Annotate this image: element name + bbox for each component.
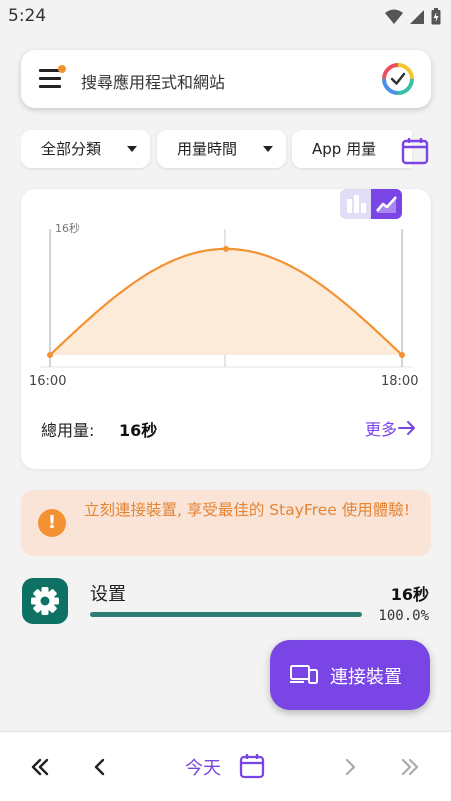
- app-usage-time: 16秒: [390, 585, 429, 604]
- app-usage-percent: 100.0%: [378, 608, 429, 624]
- metric-filter[interactable]: 用量時間: [157, 130, 286, 168]
- today-button[interactable]: 今天: [185, 754, 221, 780]
- app-usage-row[interactable]: 设置 16秒 100.0%: [0, 570, 451, 630]
- sort-filter[interactable]: App 用量: [292, 130, 412, 168]
- calendar-icon[interactable]: [400, 136, 430, 166]
- chevron-right-icon[interactable]: [338, 755, 362, 779]
- status-icons: [385, 8, 441, 25]
- app-name: 设置: [90, 584, 126, 605]
- signal-icon: [410, 9, 424, 24]
- x-tick-end: 18:00: [381, 374, 418, 389]
- usage-chart-card: 16秒 16:00 18:00 總用量: 16秒 更多: [21, 189, 431, 469]
- more-link[interactable]: 更多: [365, 416, 397, 440]
- warning-icon: !: [38, 509, 66, 537]
- calendar-icon[interactable]: [238, 752, 266, 780]
- connect-device-banner[interactable]: ! 立刻連接裝置, 享受最佳的 StayFree 使用體驗!: [21, 490, 431, 556]
- app-usage-bar-fill: [90, 612, 362, 617]
- devices-icon: [290, 665, 318, 684]
- double-chevron-left-icon[interactable]: [28, 755, 52, 779]
- chart-point-2: [399, 352, 405, 358]
- search-bar[interactable]: 搜尋應用程式和網站: [21, 50, 431, 108]
- notification-dot: [58, 65, 66, 73]
- chevron-left-icon[interactable]: [88, 755, 112, 779]
- chevron-down-icon: [127, 146, 137, 152]
- usage-line-chart: 16秒 16:00 18:00: [29, 221, 418, 389]
- connect-device-label: 連接裝置: [330, 667, 402, 688]
- total-usage-label: 總用量:: [41, 421, 95, 440]
- wifi-icon: [385, 9, 403, 24]
- y-max-label: 16秒: [55, 221, 80, 235]
- category-filter[interactable]: 全部分類: [21, 130, 150, 168]
- bottom-date-nav: 今天: [0, 731, 451, 801]
- usage-area: [50, 248, 402, 355]
- sort-filter-label: App 用量: [312, 140, 377, 158]
- status-bar: 5:24: [0, 0, 451, 34]
- menu-icon[interactable]: [39, 65, 66, 89]
- chart-point-1: [223, 245, 229, 252]
- banner-text: 立刻連接裝置, 享受最佳的 StayFree 使用體驗!: [84, 501, 410, 519]
- x-tick-start: 16:00: [29, 374, 66, 389]
- stayfree-logo-icon[interactable]: [381, 62, 415, 96]
- arrow-right-icon[interactable]: [397, 419, 417, 437]
- status-time: 5:24: [8, 6, 47, 26]
- category-filter-label: 全部分類: [41, 140, 102, 158]
- connect-device-button[interactable]: 連接裝置: [270, 640, 430, 710]
- total-usage-value: 16秒: [119, 421, 158, 440]
- double-chevron-right-icon[interactable]: [398, 755, 422, 779]
- metric-filter-label: 用量時間: [177, 140, 238, 158]
- settings-gear-icon: [22, 578, 68, 624]
- app-usage-bar: [90, 612, 362, 617]
- filter-bar: 全部分類 用量時間 App 用量: [21, 129, 451, 171]
- search-input[interactable]: 搜尋應用程式和網站: [81, 69, 225, 93]
- chevron-down-icon: [263, 146, 273, 152]
- chart-point-0: [47, 352, 53, 358]
- battery-icon: [431, 8, 441, 25]
